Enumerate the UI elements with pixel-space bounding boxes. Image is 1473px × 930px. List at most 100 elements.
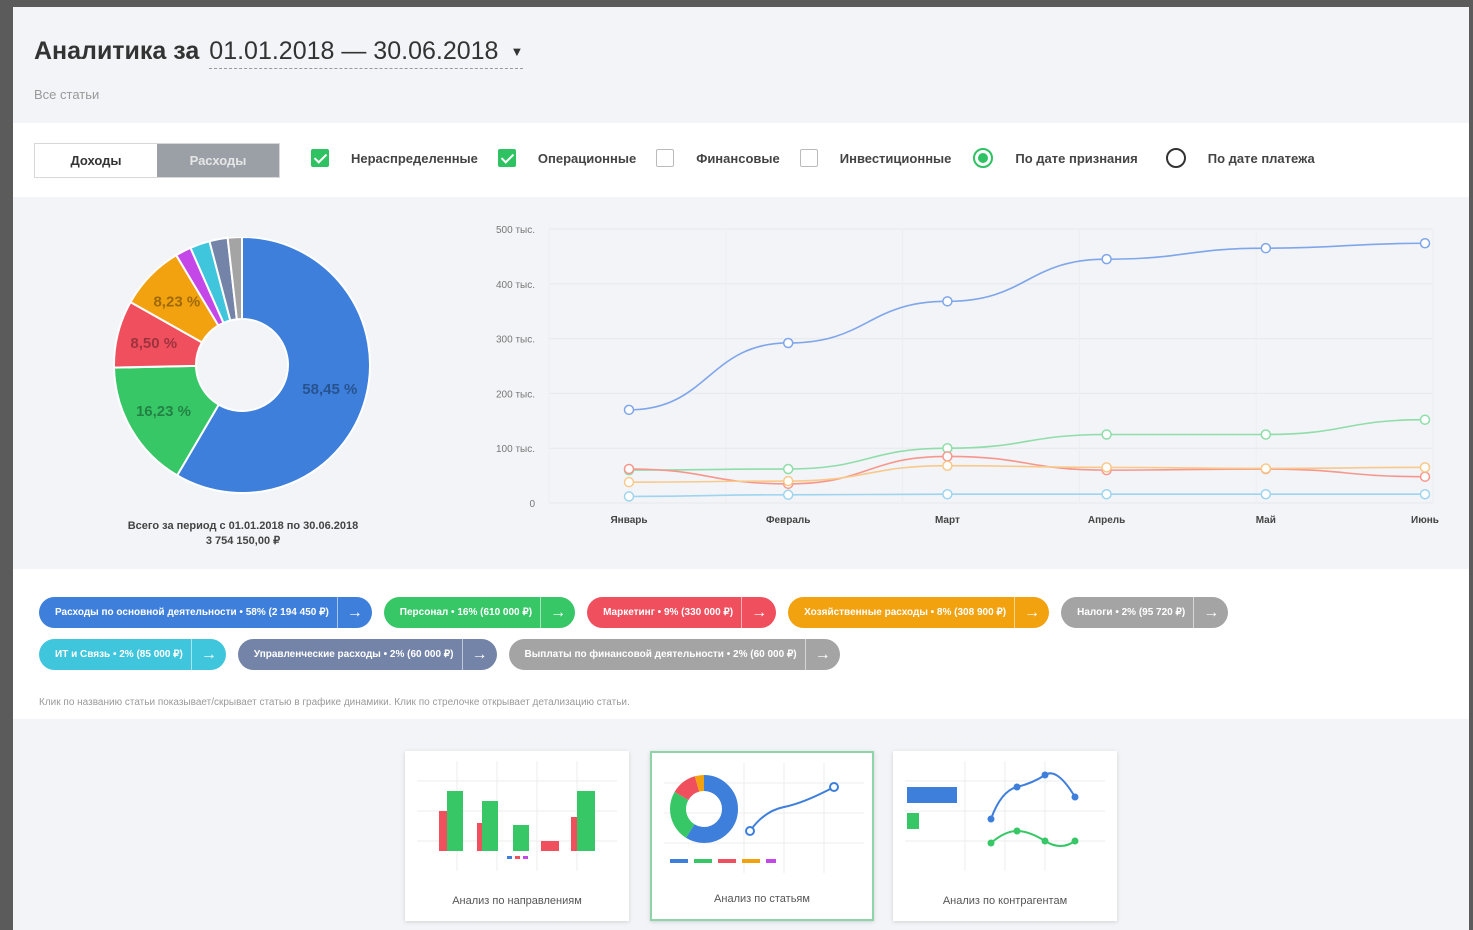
x-tick-label: Январь (610, 515, 647, 526)
x-tick-label: Апрель (1088, 515, 1125, 526)
radio-payment-date-label: По дате платежа (1207, 150, 1315, 166)
donut-slice-label: 16,23 % (136, 403, 191, 420)
filter-by-recognition-date[interactable]: По дате признания (973, 148, 1138, 168)
line-chart: 0 100 тыс. 200 тыс. 300 тыс. 400 тыс. 500 тыс… (496, 225, 1439, 526)
filter-unallocated[interactable]: Нераспределенные (311, 149, 478, 167)
arrow-right-icon[interactable]: → (1014, 597, 1049, 628)
legend-chip[interactable]: Налоги • 2% (95 720 ₽) → (1061, 597, 1229, 628)
checkbox-operational[interactable] (497, 149, 516, 167)
data-point[interactable] (942, 488, 953, 500)
arrow-right-icon[interactable]: → (1193, 597, 1228, 628)
data-point[interactable] (942, 460, 953, 471)
legend-chip[interactable]: Маркетинг • 9% (330 000 ₽) → (587, 597, 777, 628)
data-point[interactable] (1419, 462, 1431, 473)
total-summary: Всего за период с 01.01.2018 по 30.06.20… (103, 519, 383, 549)
legend-chip-label[interactable]: Персонал • 16% (610 000 ₽) (400, 607, 540, 618)
data-point[interactable] (623, 404, 635, 416)
data-point[interactable] (1419, 237, 1431, 249)
checkbox-investment[interactable] (799, 149, 818, 167)
legend-chip[interactable]: Хозяйственные расходы • 8% (308 900 ₽) → (788, 597, 1050, 628)
card-by-counterparty[interactable]: Анализ по контрагентам (893, 751, 1117, 921)
donut-line-thumbnail-icon (664, 763, 864, 873)
legend-chip-label[interactable]: Управленческие расходы • 2% (60 000 ₽) (254, 649, 462, 660)
date-range-dropdown[interactable]: 01.01.2018 — 30.06.2018 ▼ (209, 37, 524, 69)
arrow-right-icon[interactable]: → (804, 639, 840, 670)
series-line (628, 493, 1425, 498)
checkbox-financial[interactable] (656, 149, 675, 167)
filter-financial[interactable]: Финансовые (656, 149, 780, 167)
legend-chip[interactable]: Управленческие расходы • 2% (60 000 ₽) → (237, 639, 497, 670)
y-tick-label: 400 тыс. (496, 280, 535, 291)
data-point[interactable] (942, 451, 953, 462)
legend-chip[interactable]: Персонал • 16% (610 000 ₽) → (383, 597, 576, 628)
legend-chip[interactable]: ИТ и Связь • 2% (85 000 ₽) → (39, 639, 226, 670)
analysis-cards: Анализ по направлениям Анализ по статьям (13, 719, 1469, 930)
filter-group: Нераспределенные Операционные Финансовые… (311, 148, 1335, 168)
data-point[interactable] (1260, 463, 1272, 474)
data-point[interactable] (1101, 253, 1112, 265)
bar-chart-thumbnail-icon (417, 761, 617, 871)
arrow-right-icon[interactable]: → (336, 597, 372, 628)
title-row: Аналитика за 01.01.2018 — 30.06.2018 ▼ (34, 37, 524, 69)
radio-recognition-date[interactable] (973, 148, 994, 168)
data-point[interactable] (1419, 471, 1431, 482)
data-point[interactable] (782, 337, 794, 349)
card-by-article-label: Анализ по статьям (714, 893, 810, 905)
filter-investment[interactable]: Инвестиционные (799, 149, 952, 167)
data-point[interactable] (942, 296, 953, 307)
tab-income[interactable]: Доходы (35, 144, 157, 177)
legend-chip[interactable]: Расходы по основной деятельности • 58% (… (39, 597, 372, 628)
donut-chart-wrap: 58,45 % 16,23 % 8,50 % 8,23 % (107, 235, 377, 512)
data-point[interactable] (1101, 462, 1112, 473)
checkbox-investment-label: Инвестиционные (839, 150, 952, 166)
data-point[interactable] (1260, 242, 1272, 254)
legend-chip-label[interactable]: ИТ и Связь • 2% (85 000 ₽) (55, 649, 191, 660)
x-tick-label: Февраль (766, 515, 810, 526)
x-tick-label: Июнь (1411, 515, 1439, 526)
data-point[interactable] (623, 476, 635, 488)
data-point[interactable] (782, 475, 794, 487)
filter-by-payment-date[interactable]: По дате платежа (1165, 148, 1315, 168)
arrow-right-icon[interactable]: → (741, 597, 776, 628)
data-point[interactable] (1101, 488, 1112, 500)
data-point[interactable] (1101, 429, 1112, 440)
legend-chip-label[interactable]: Маркетинг • 9% (330 000 ₽) (603, 607, 741, 618)
data-point[interactable] (1419, 414, 1431, 425)
data-point[interactable] (1260, 429, 1272, 440)
data-point[interactable] (782, 463, 794, 475)
series-line (628, 242, 1426, 411)
series-line (628, 464, 1426, 483)
radio-payment-date[interactable] (1165, 148, 1186, 168)
line-chart-wrap: 0 100 тыс. 200 тыс. 300 тыс. 400 тыс. 500 тыс… (453, 217, 1443, 552)
y-tick-label: 300 тыс. (496, 335, 535, 346)
data-point[interactable] (1260, 488, 1272, 500)
legend-chip-label[interactable]: Налоги • 2% (95 720 ₽) (1077, 607, 1193, 618)
y-tick-label: 500 тыс. (496, 225, 535, 236)
arrow-right-icon[interactable]: → (190, 639, 226, 670)
data-point[interactable] (782, 489, 794, 501)
y-tick-label: 0 (529, 499, 535, 510)
data-point[interactable] (623, 463, 635, 475)
card-by-article[interactable]: Анализ по статьям (650, 751, 874, 921)
data-point[interactable] (623, 491, 635, 502)
card-by-direction[interactable]: Анализ по направлениям (405, 751, 629, 921)
filter-operational[interactable]: Операционные (497, 149, 636, 167)
legend-chip-label[interactable]: Расходы по основной деятельности • 58% (… (55, 607, 337, 618)
data-point[interactable] (1419, 488, 1431, 500)
legend-row-1: Расходы по основной деятельности • 58% (… (39, 597, 1240, 628)
page-header: Аналитика за 01.01.2018 — 30.06.2018 ▼ В… (13, 7, 1469, 123)
legend-chip-label[interactable]: Выплаты по финансовой деятельности • 2% … (525, 649, 805, 660)
caret-down-icon: ▼ (510, 44, 524, 59)
charts-area: 58,45 % 16,23 % 8,50 % 8,23 % Всего за пери… (13, 197, 1469, 569)
checkbox-unallocated[interactable] (311, 149, 329, 167)
legend-chip-label[interactable]: Хозяйственные расходы • 8% (308 900 ₽) (804, 607, 1014, 618)
radio-recognition-date-label: По дате признания (1015, 150, 1138, 166)
date-range-value: 01.01.2018 — 30.06.2018 (209, 37, 499, 65)
arrow-right-icon[interactable]: → (461, 639, 497, 670)
arrow-right-icon[interactable]: → (540, 597, 575, 628)
tab-expenses[interactable]: Расходы (157, 144, 279, 177)
donut-slice-label: 58,45 % (302, 381, 357, 398)
legend-chip[interactable]: Выплаты по финансовой деятельности • 2% … (508, 639, 840, 670)
donut-slice-label: 8,23 % (153, 293, 200, 310)
card-by-direction-label: Анализ по направлениям (452, 895, 582, 907)
